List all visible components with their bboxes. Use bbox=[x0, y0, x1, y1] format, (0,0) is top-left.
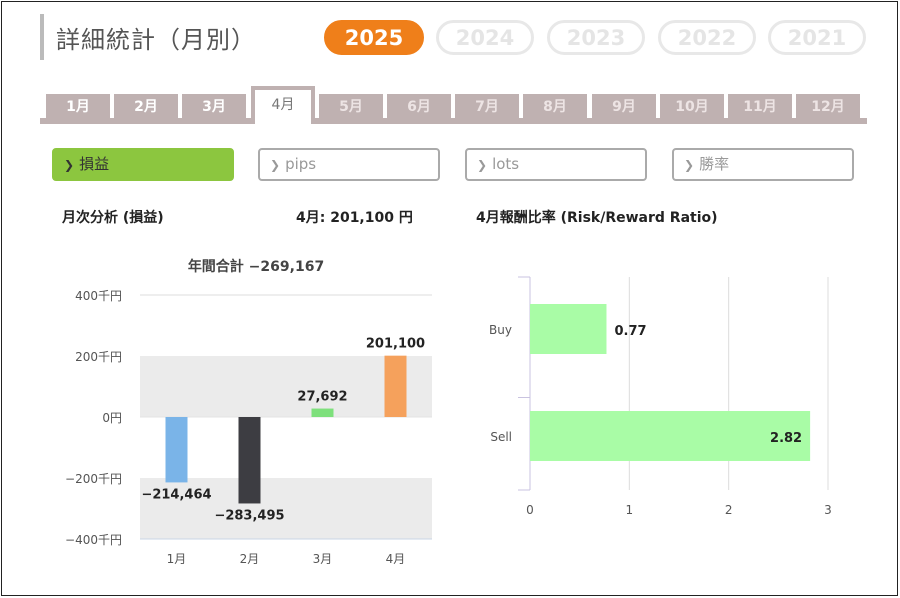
bar-2月 bbox=[238, 417, 261, 504]
bar-value-label: −214,464 bbox=[141, 487, 211, 502]
metric-label: lots bbox=[492, 155, 520, 173]
metric-lots-button[interactable]: ❯ lots bbox=[465, 148, 647, 181]
chevron-right-icon: ❯ bbox=[684, 158, 695, 172]
bar-value-label: 0.77 bbox=[614, 324, 646, 339]
year-2023-button[interactable]: 2023 bbox=[547, 20, 645, 55]
page-title: 詳細統計（月別） bbox=[56, 26, 256, 54]
tab-month-12[interactable]: 12月 bbox=[796, 94, 860, 120]
y-tick-label: 0円 bbox=[102, 411, 122, 425]
tab-month-2[interactable]: 2月 bbox=[114, 94, 178, 120]
metric-label: 損益 bbox=[79, 155, 110, 173]
y-tick-label: Buy bbox=[489, 323, 512, 337]
tab-month-1[interactable]: 1月 bbox=[46, 94, 110, 120]
year-2021-button[interactable]: 2021 bbox=[768, 20, 866, 55]
metric-winrate-button[interactable]: ❯ 勝率 bbox=[672, 148, 854, 181]
bar-1月 bbox=[165, 417, 188, 483]
chevron-right-icon: ❯ bbox=[477, 158, 488, 172]
x-tick-label: 0 bbox=[526, 503, 534, 517]
tab-month-3[interactable]: 3月 bbox=[182, 94, 246, 120]
x-tick-label: 4月 bbox=[386, 552, 406, 566]
y-tick-label: −200千円 bbox=[65, 472, 122, 486]
right-chart-heading: 4月報酬比率 (Risk/Reward Ratio) bbox=[476, 210, 718, 226]
tab-month-5[interactable]: 5月 bbox=[319, 94, 383, 120]
tab-month-4[interactable]: 4月 bbox=[251, 86, 315, 124]
tab-month-11[interactable]: 11月 bbox=[728, 94, 792, 120]
year-2025-button[interactable]: 2025 bbox=[324, 20, 424, 55]
year-2022-button[interactable]: 2022 bbox=[658, 20, 756, 55]
bar-Sell bbox=[530, 411, 811, 461]
x-tick-label: 2 bbox=[725, 503, 733, 517]
y-tick-label: 200千円 bbox=[75, 350, 122, 364]
tab-month-6[interactable]: 6月 bbox=[387, 94, 451, 120]
left-chart-heading: 月次分析 (損益) bbox=[62, 210, 164, 226]
bar-value-label: 2.82 bbox=[770, 431, 802, 446]
bar-value-label: 27,692 bbox=[297, 390, 347, 405]
bar-3月 bbox=[311, 408, 334, 417]
metric-pips-button[interactable]: ❯ pips bbox=[258, 148, 440, 181]
title-accent-bar bbox=[40, 14, 44, 60]
month-value-label: 4月: 201,100 円 bbox=[296, 210, 413, 226]
tab-month-10[interactable]: 10月 bbox=[660, 94, 724, 120]
chart-title: 年間合計 −269,167 bbox=[188, 258, 324, 275]
tab-month-9[interactable]: 9月 bbox=[592, 94, 656, 120]
metric-label: pips bbox=[285, 155, 317, 173]
bar-value-label: −283,495 bbox=[214, 508, 284, 523]
risk-reward-chart: 0 1 2 3 Buy 0.77 Sell 2.82 bbox=[489, 276, 832, 517]
chevron-right-icon: ❯ bbox=[64, 158, 75, 172]
x-tick-label: 1 bbox=[626, 503, 634, 517]
bar-4月 bbox=[384, 355, 407, 417]
tab-month-7[interactable]: 7月 bbox=[455, 94, 519, 120]
bar-value-label: 201,100 bbox=[366, 337, 425, 352]
x-tick-label: 1月 bbox=[167, 552, 187, 566]
year-2024-button[interactable]: 2024 bbox=[436, 20, 534, 55]
bar-Buy bbox=[530, 304, 607, 354]
monthly-pl-chart: 年間合計 −269,167 400千円 200千円 0円 −200千円 −400千円 −21… bbox=[65, 258, 432, 566]
y-tick-label: Sell bbox=[490, 430, 512, 444]
x-tick-label: 3月 bbox=[313, 552, 333, 566]
x-tick-label: 3 bbox=[824, 503, 832, 517]
x-tick-label: 2月 bbox=[240, 552, 260, 566]
chevron-right-icon: ❯ bbox=[270, 158, 281, 172]
y-tick-label: 400千円 bbox=[75, 289, 122, 303]
metric-profit-button[interactable]: ❯ 損益 bbox=[52, 148, 234, 181]
y-tick-label: −400千円 bbox=[65, 533, 122, 547]
tab-month-8[interactable]: 8月 bbox=[523, 94, 587, 120]
metric-label: 勝率 bbox=[699, 155, 730, 173]
